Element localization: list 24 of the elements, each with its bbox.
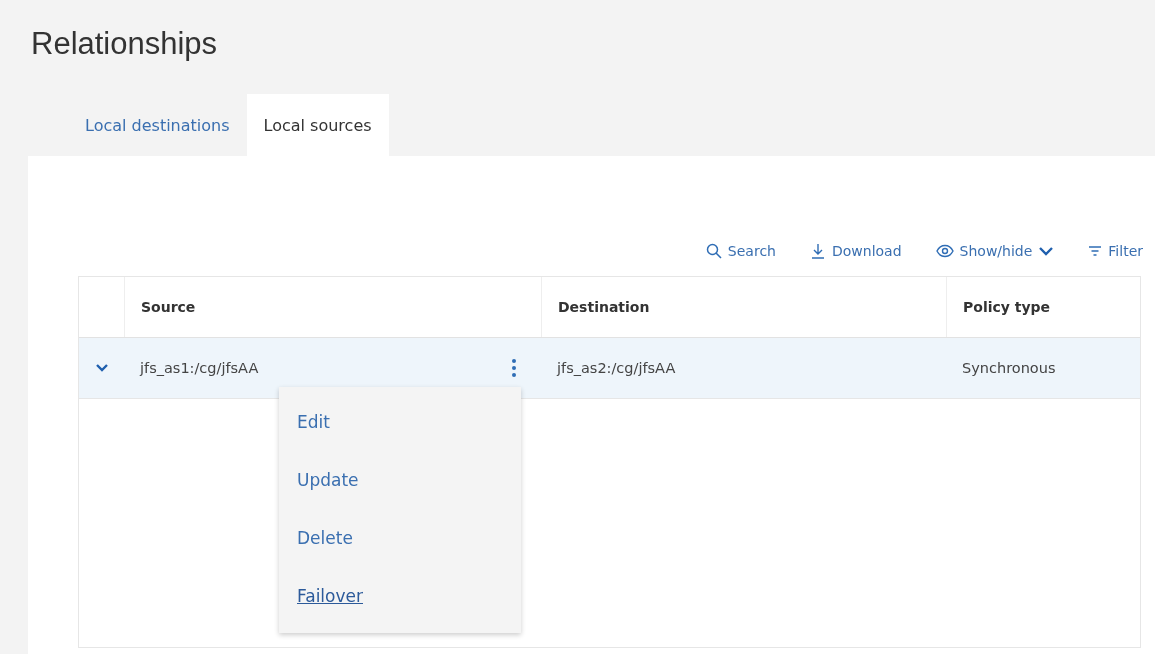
search-button[interactable]: Search [705, 243, 776, 259]
table-cell: jfs_as1:/cg/jfsAA [140, 360, 259, 376]
chevron-down-icon[interactable] [94, 363, 109, 373]
page-title: Relationships [30, 25, 219, 63]
column-header: Destination [541, 277, 946, 337]
menu-item[interactable]: Delete [279, 509, 521, 567]
filter-icon [1088, 245, 1103, 257]
search-icon [705, 243, 722, 259]
menu-item[interactable]: Update [279, 451, 521, 509]
tab[interactable]: Local sources [246, 94, 389, 156]
download-button[interactable]: Download [809, 243, 902, 259]
table-row[interactable]: jfs_as1:/cg/jfsAA jfs_as2:/cg/jfsAA Synchronous [79, 338, 1140, 399]
column-header: Source [124, 277, 541, 337]
column-header: Policy type [946, 277, 1140, 337]
chevron-down-icon [1038, 246, 1055, 256]
table-cell: Synchronous [962, 360, 1056, 376]
tab[interactable]: Local destinations [68, 94, 247, 156]
more-options-icon[interactable] [511, 358, 517, 378]
download-icon [809, 243, 826, 259]
filter-button[interactable]: Filter [1088, 243, 1143, 259]
eye-icon [935, 244, 954, 258]
menu-item[interactable]: Failover [279, 567, 521, 625]
table-cell: jfs_as2:/cg/jfsAA [557, 360, 676, 376]
show-hide-button[interactable]: Show/hide [935, 243, 1055, 259]
